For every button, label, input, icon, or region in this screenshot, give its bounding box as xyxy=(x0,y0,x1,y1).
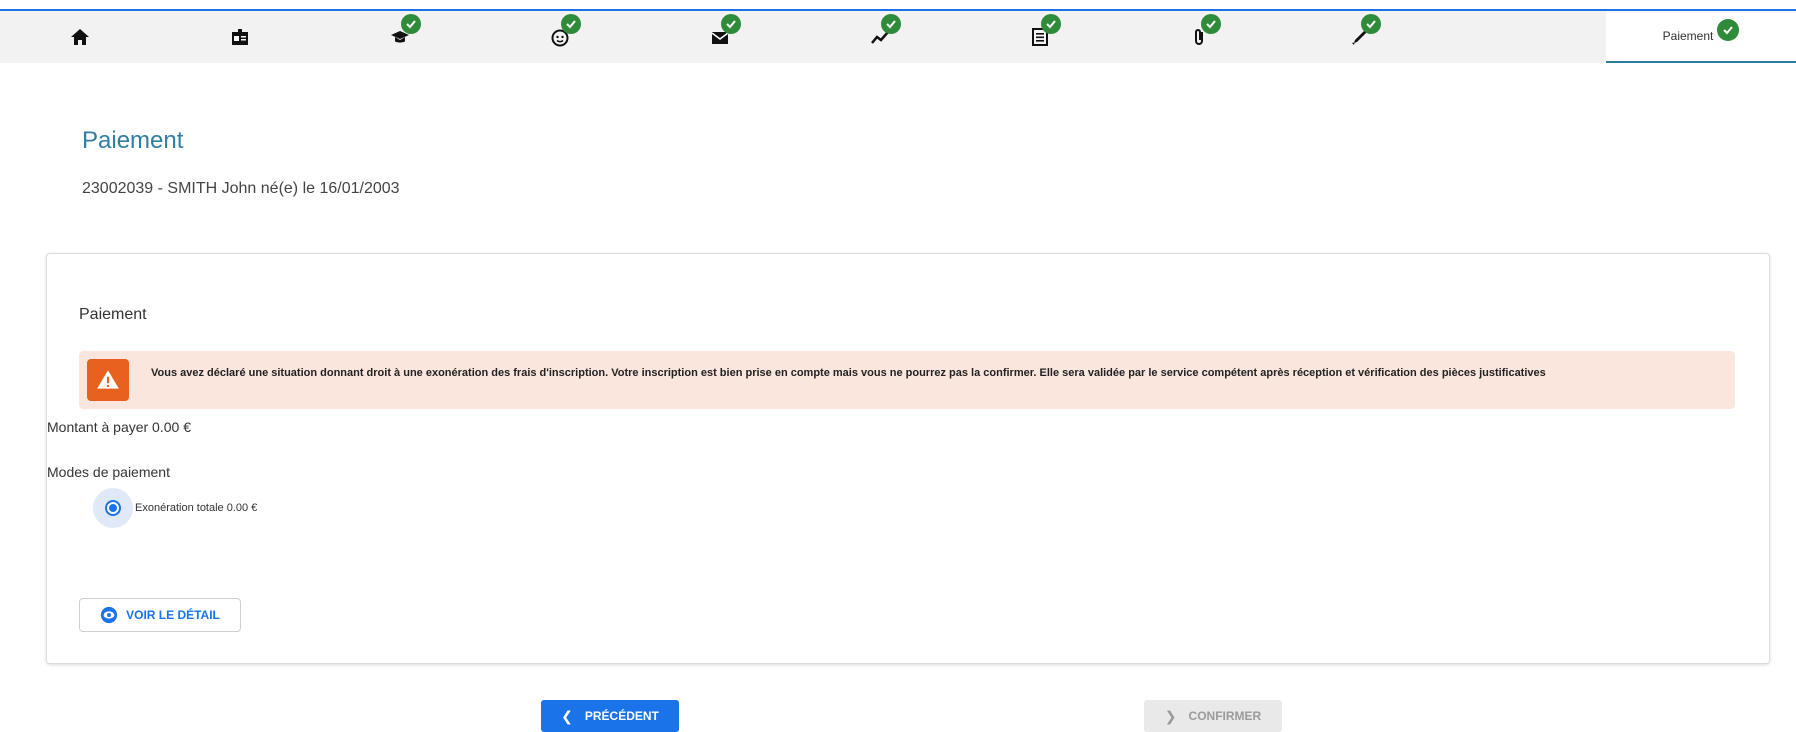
payment-modes-label: Modes de paiement xyxy=(47,464,170,480)
alert-message: Vous avez déclaré une situation donnant … xyxy=(151,367,1546,379)
payment-option-exemption[interactable]: Exonération totale 0.00 € xyxy=(93,488,257,528)
step-statistics[interactable] xyxy=(800,11,960,63)
step-situation[interactable] xyxy=(480,11,640,63)
step-summary[interactable] xyxy=(960,11,1120,63)
payment-card: Paiement Vous avez déclaré une situation… xyxy=(46,253,1770,664)
check-icon xyxy=(561,14,581,34)
previous-button[interactable]: ❮ PRÉCÉDENT xyxy=(541,700,679,732)
step-identity[interactable] xyxy=(160,11,320,63)
check-icon xyxy=(1041,14,1061,34)
home-icon xyxy=(71,29,89,45)
chevron-left-icon: ❮ xyxy=(561,707,573,724)
previous-label: PRÉCÉDENT xyxy=(584,709,659,723)
step-home[interactable] xyxy=(0,11,160,63)
payment-option-label: Exonération totale 0.00 € xyxy=(135,502,258,514)
view-detail-label: VOIR LE DÉTAIL xyxy=(126,608,220,622)
id-card-icon xyxy=(232,29,248,45)
step-payment-label: Paiement xyxy=(1662,29,1714,43)
confirm-label: CONFIRMER xyxy=(1188,709,1262,723)
step-contact[interactable] xyxy=(640,11,800,63)
progress-stepper: Paiement xyxy=(0,9,1796,63)
check-icon xyxy=(1361,14,1381,34)
warning-icon xyxy=(87,359,129,401)
exemption-alert: Vous avez déclaré une situation donnant … xyxy=(79,351,1735,409)
step-attachments[interactable] xyxy=(1120,11,1280,63)
check-icon xyxy=(401,14,421,34)
page-title: Paiement xyxy=(82,127,184,154)
check-icon xyxy=(721,14,741,34)
step-signature[interactable] xyxy=(1280,11,1440,63)
confirm-button: ❯ CONFIRMER xyxy=(1144,700,1282,732)
amount-to-pay: Montant à payer 0.00 € xyxy=(47,419,191,435)
student-info: 23002039 - SMITH John né(e) le 16/01/200… xyxy=(82,180,400,197)
step-payment[interactable]: Paiement xyxy=(1606,11,1796,63)
radio-button[interactable] xyxy=(93,488,133,528)
view-detail-button[interactable]: VOIR LE DÉTAIL xyxy=(79,598,241,632)
step-education[interactable] xyxy=(320,11,480,63)
check-icon xyxy=(881,14,901,34)
chevron-right-icon: ❯ xyxy=(1164,707,1177,724)
check-icon xyxy=(1717,19,1740,41)
check-icon xyxy=(1201,14,1221,34)
card-title: Paiement xyxy=(79,306,147,323)
eye-icon xyxy=(101,606,118,624)
